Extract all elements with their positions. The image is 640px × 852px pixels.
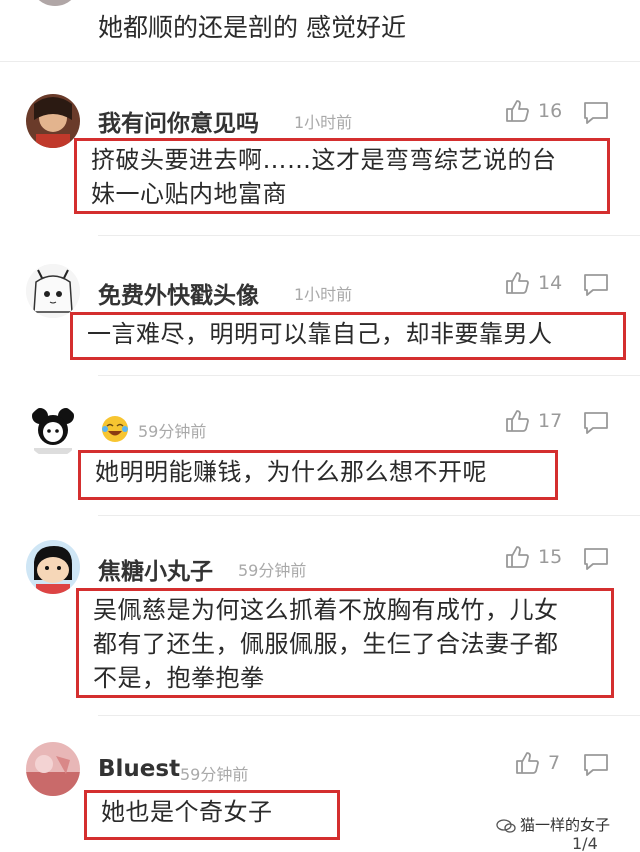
reply-bubble-icon[interactable] [582, 410, 610, 436]
highlighted-comment-body: 她也是个奇女子 [84, 790, 340, 840]
comment-text-line: 一言难尽，明明可以靠自己，却非要靠男人 [87, 320, 553, 348]
comment-text-line: 挤破头要进去啊……这才是弯弯综艺说的台 [91, 146, 557, 174]
thumbs-up-icon[interactable] [504, 544, 530, 570]
wechat-icon [496, 818, 516, 833]
highlighted-comment-body: 挤破头要进去啊……这才是弯弯综艺说的台 妹一心贴内地富商 [74, 138, 610, 214]
avatar[interactable] [26, 540, 80, 594]
avatar[interactable] [26, 94, 80, 148]
avatar[interactable] [26, 264, 80, 318]
avatar[interactable] [30, 0, 80, 6]
comment-time: 59分钟前 [180, 765, 249, 784]
comment-item: 免费外快戳头像 1小时前 14 一言难尽，明明可以靠自己，却非要靠男人 [0, 236, 640, 376]
reply-bubble-icon[interactable] [582, 546, 610, 572]
comment-text: 她都顺的还是剖的 感觉好近 [98, 13, 406, 42]
like-count: 14 [538, 272, 563, 294]
comment-time: 1小时前 [294, 113, 353, 132]
previous-comment-fragment: 她都顺的还是剖的 感觉好近 [0, 0, 640, 62]
username[interactable]: Bluest [98, 756, 180, 782]
like-count: 16 [538, 100, 563, 122]
laughing-crying-emoji-icon [102, 416, 128, 442]
comment-item: 焦糖小丸子 59分钟前 15 吴佩慈是为何这么抓着不放胸有成竹，儿女 都有了还生… [0, 516, 640, 716]
username[interactable]: 免费外快戳头像 [98, 276, 259, 310]
comment-text-line: 都有了还生，佩服佩服，生仨了合法妻子都 [93, 630, 559, 658]
comment-text-line: 妹一心贴内地富商 [91, 180, 287, 208]
highlighted-comment-body: 吴佩慈是为何这么抓着不放胸有成竹，儿女 都有了还生，佩服佩服，生仨了合法妻子都 … [76, 588, 614, 698]
comment-item: 59分钟前 17 她明明能赚钱，为什么那么想不开呢 [0, 376, 640, 516]
reply-bubble-icon[interactable] [582, 752, 610, 778]
comment-text-line: 她明明能赚钱，为什么那么想不开呢 [95, 458, 487, 486]
comment-text-line: 不是，抱拳抱拳 [93, 664, 265, 692]
comment-text-line: 吴佩慈是为何这么抓着不放胸有成竹，儿女 [93, 596, 559, 624]
thumbs-up-icon[interactable] [504, 98, 530, 124]
thumbs-up-icon[interactable] [504, 270, 530, 296]
avatar[interactable] [26, 404, 80, 458]
comment-item: 我有问你意见吗 1小时前 16 挤破头要进去啊……这才是弯弯综艺说的台 妹一心贴… [0, 62, 640, 236]
like-count: 7 [548, 752, 561, 774]
thumbs-up-icon[interactable] [504, 408, 530, 434]
comment-time: 1小时前 [294, 285, 353, 304]
highlighted-comment-body: 她明明能赚钱，为什么那么想不开呢 [78, 450, 558, 500]
like-count: 17 [538, 410, 563, 432]
comment-time: 59分钟前 [238, 561, 307, 580]
page-indicator: 1/4 [572, 834, 598, 852]
wechat-account-watermark: 猫一样的女子 [496, 814, 610, 835]
reply-bubble-icon[interactable] [582, 100, 610, 126]
username[interactable]: 我有问你意见吗 [98, 104, 259, 138]
watermark-text: 猫一样的女子 [520, 816, 611, 834]
avatar[interactable] [26, 742, 80, 796]
comment-time: 59分钟前 [138, 422, 207, 441]
thumbs-up-icon[interactable] [514, 750, 540, 776]
highlighted-comment-body: 一言难尽，明明可以靠自己，却非要靠男人 [70, 312, 626, 360]
like-count: 15 [538, 546, 563, 568]
comment-text-line: 她也是个奇女子 [101, 798, 273, 826]
username[interactable]: 焦糖小丸子 [98, 552, 213, 586]
reply-bubble-icon[interactable] [582, 272, 610, 298]
